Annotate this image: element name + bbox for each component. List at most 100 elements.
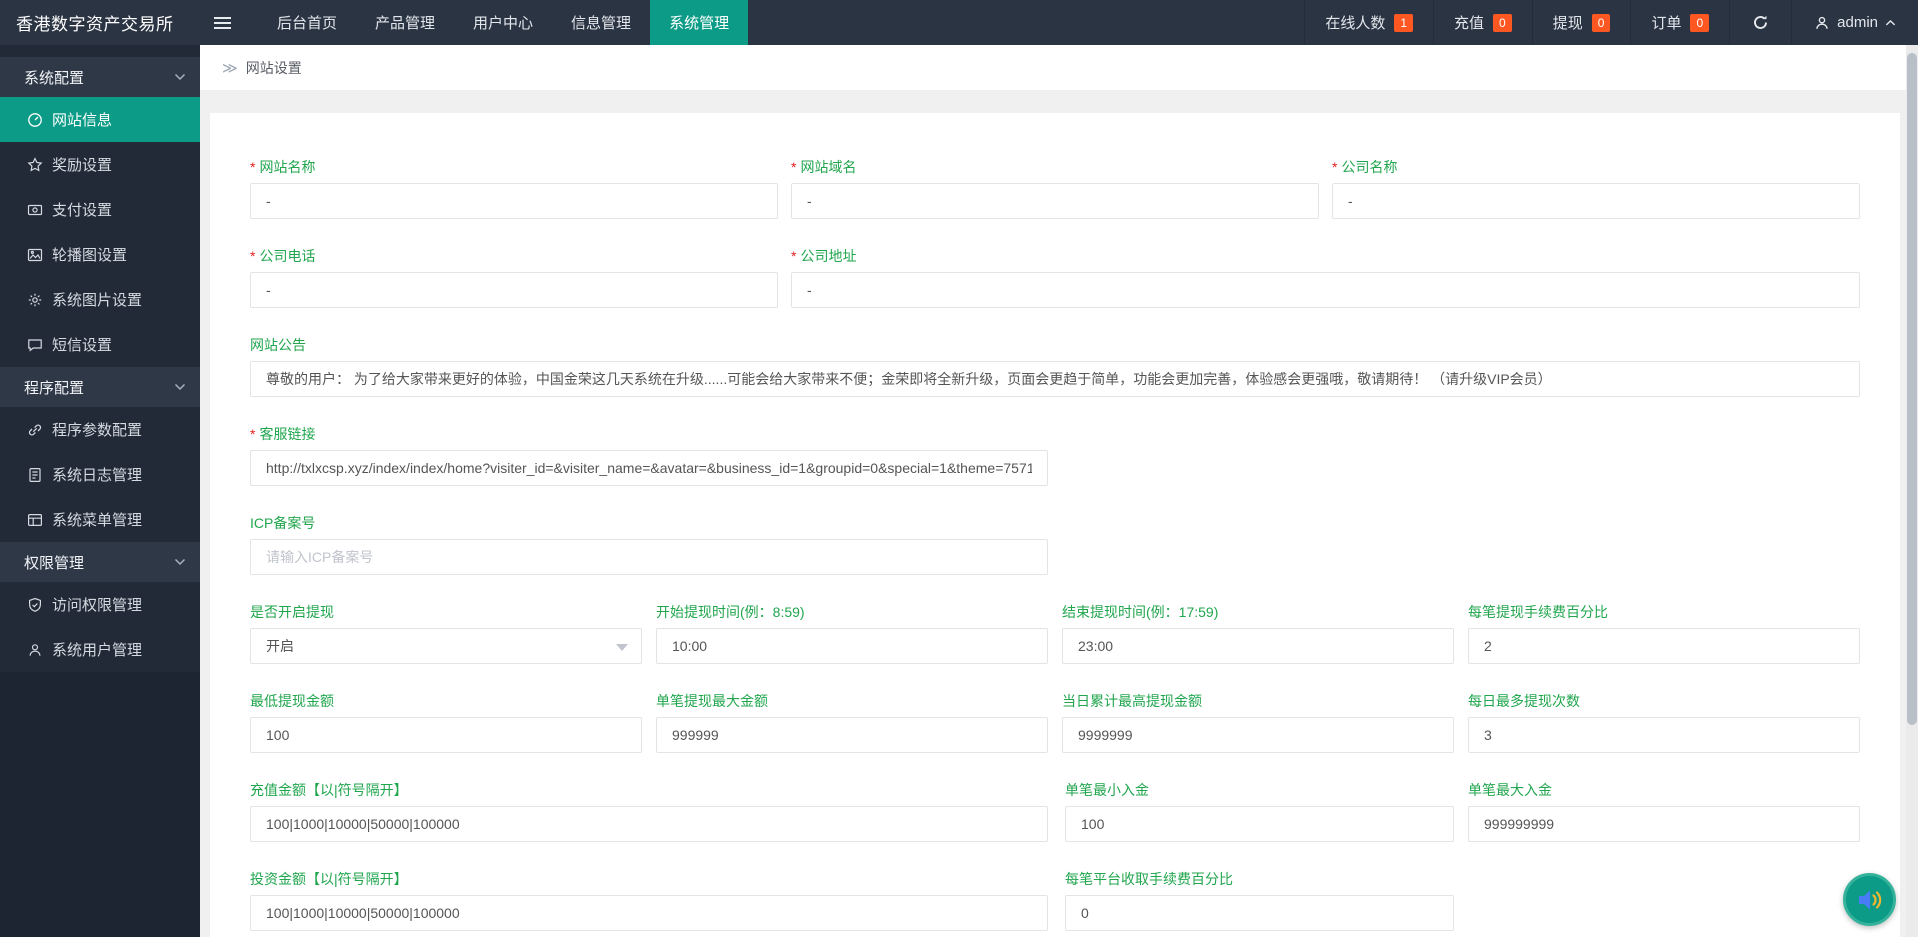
company-name-input[interactable] xyxy=(1332,183,1860,219)
withdraw-max-single-input[interactable] xyxy=(656,717,1048,753)
scrollbar-thumb[interactable] xyxy=(1907,53,1917,725)
sidebar-item-system-images[interactable]: 系统图片设置 xyxy=(0,277,200,322)
withdraw-enabled-select[interactable]: 开启 xyxy=(250,628,642,664)
sidebar-item-access-permissions[interactable]: 访问权限管理 xyxy=(0,582,200,627)
platform-fee-input[interactable] xyxy=(1065,895,1454,931)
required-mark: * xyxy=(791,248,796,264)
link-icon xyxy=(26,421,43,438)
withdraw-end-time-input[interactable] xyxy=(1062,628,1454,664)
stat-label: 在线人数 xyxy=(1325,12,1385,33)
field-label: 最低提现金额 xyxy=(250,692,642,710)
stat-orders[interactable]: 订单 0 xyxy=(1630,0,1729,45)
deposit-max-input[interactable] xyxy=(1468,806,1860,842)
withdraw-start-time-input[interactable] xyxy=(656,628,1048,664)
stat-recharge[interactable]: 充值 0 xyxy=(1433,0,1532,45)
group-label: 权限管理 xyxy=(24,552,84,573)
chevron-down-icon xyxy=(174,558,186,566)
layout-icon xyxy=(26,511,43,528)
item-label: 奖励设置 xyxy=(52,154,112,175)
stat-label: 充值 xyxy=(1454,12,1484,33)
sidebar-item-carousel-settings[interactable]: 轮播图设置 xyxy=(0,232,200,277)
tab-information[interactable]: 信息管理 xyxy=(552,0,650,45)
field-label: 每笔提现手续费百分比 xyxy=(1468,603,1860,621)
header-right: 在线人数 1 充值 0 提现 0 订单 0 admin xyxy=(1304,0,1918,45)
item-label: 系统用户管理 xyxy=(52,639,142,660)
required-mark: * xyxy=(250,248,255,264)
field-label: 当日累计最高提现金额 xyxy=(1062,692,1454,710)
item-label: 轮播图设置 xyxy=(52,244,127,265)
sidebar-item-payment-settings[interactable]: 支付设置 xyxy=(0,187,200,232)
field-label: 单笔最大入金 xyxy=(1468,781,1860,799)
chevron-down-icon xyxy=(174,73,186,81)
tab-dashboard[interactable]: 后台首页 xyxy=(258,0,356,45)
content-area: *网站名称 *网站域名 *公司名称 *公司电话 xyxy=(200,90,1918,937)
item-label: 访问权限管理 xyxy=(52,594,142,615)
company-address-input[interactable] xyxy=(791,272,1860,308)
icp-number-input[interactable] xyxy=(250,539,1048,575)
selected-value: 开启 xyxy=(266,638,294,654)
sidebar-item-sms-settings[interactable]: 短信设置 xyxy=(0,322,200,367)
sidebar-item-reward-settings[interactable]: 奖励设置 xyxy=(0,142,200,187)
stat-label: 提现 xyxy=(1553,12,1583,33)
field-label: 每笔平台收取手续费百分比 xyxy=(1065,870,1454,888)
sidebar-item-system-logs[interactable]: 系统日志管理 xyxy=(0,452,200,497)
withdraw-fee-input[interactable] xyxy=(1468,628,1860,664)
chevron-down-icon xyxy=(174,383,186,391)
item-label: 网站信息 xyxy=(52,109,112,130)
status-badge: 1 xyxy=(1394,14,1413,32)
vertical-scrollbar xyxy=(1906,45,1918,937)
company-phone-input[interactable] xyxy=(250,272,778,308)
withdraw-min-input[interactable] xyxy=(250,717,642,753)
tab-user-center[interactable]: 用户中心 xyxy=(454,0,552,45)
stat-withdraw[interactable]: 提现 0 xyxy=(1532,0,1631,45)
item-label: 短信设置 xyxy=(52,334,112,355)
tab-system[interactable]: 系统管理 xyxy=(650,0,748,45)
tab-products[interactable]: 产品管理 xyxy=(356,0,454,45)
recharge-amounts-input[interactable] xyxy=(250,806,1048,842)
admin-menu[interactable]: admin xyxy=(1791,0,1918,45)
sound-toggle-button[interactable] xyxy=(1843,873,1896,926)
hamburger-icon[interactable] xyxy=(200,0,244,45)
service-link-input[interactable] xyxy=(250,450,1048,486)
site-name-input[interactable] xyxy=(250,183,778,219)
item-label: 支付设置 xyxy=(52,199,112,220)
status-badge: 0 xyxy=(1493,14,1512,32)
breadcrumb: ≫ 网站设置 xyxy=(200,45,1918,90)
required-mark: * xyxy=(250,426,255,442)
admin-username: admin xyxy=(1837,14,1878,31)
sidebar-group-system-config[interactable]: 系统配置 xyxy=(0,57,200,97)
withdraw-times-input[interactable] xyxy=(1468,717,1860,753)
sidebar-item-system-users[interactable]: 系统用户管理 xyxy=(0,627,200,672)
field-label: ICP备案号 xyxy=(250,514,1048,532)
field-label: 是否开启提现 xyxy=(250,603,642,621)
page-title: 网站设置 xyxy=(246,58,302,78)
dashboard-icon xyxy=(26,111,43,128)
field-label: 单笔最小入金 xyxy=(1065,781,1454,799)
withdraw-max-daily-input[interactable] xyxy=(1062,717,1454,753)
message-icon xyxy=(26,336,43,353)
field-label: 投资金额【以|符号隔开】 xyxy=(250,870,1048,888)
image-icon xyxy=(26,246,43,263)
status-badge: 0 xyxy=(1592,14,1611,32)
field-label: *网站名称 xyxy=(250,158,778,176)
settings-form-card: *网站名称 *网站域名 *公司名称 *公司电话 xyxy=(210,113,1900,937)
field-label: 每日最多提现次数 xyxy=(1468,692,1860,710)
invest-amounts-input[interactable] xyxy=(250,895,1048,931)
item-label: 程序参数配置 xyxy=(52,419,142,440)
chevron-down-icon xyxy=(616,644,628,651)
payment-icon xyxy=(26,201,43,218)
sidebar-group-program-config[interactable]: 程序配置 xyxy=(0,367,200,407)
sidebar-item-program-params[interactable]: 程序参数配置 xyxy=(0,407,200,452)
sidebar-item-system-menus[interactable]: 系统菜单管理 xyxy=(0,497,200,542)
refresh-button[interactable] xyxy=(1729,0,1791,45)
site-notice-input[interactable] xyxy=(250,361,1860,397)
sidebar-group-permissions[interactable]: 权限管理 xyxy=(0,542,200,582)
stat-online-users[interactable]: 在线人数 1 xyxy=(1304,0,1433,45)
required-mark: * xyxy=(1332,159,1337,175)
sidebar-item-site-info[interactable]: 网站信息 xyxy=(0,97,200,142)
deposit-min-input[interactable] xyxy=(1065,806,1454,842)
site-domain-input[interactable] xyxy=(791,183,1319,219)
field-label: *公司电话 xyxy=(250,247,778,265)
main-area: ≫ 网站设置 *网站名称 *网站域名 *公司名称 xyxy=(200,45,1918,937)
group-label: 程序配置 xyxy=(24,377,84,398)
